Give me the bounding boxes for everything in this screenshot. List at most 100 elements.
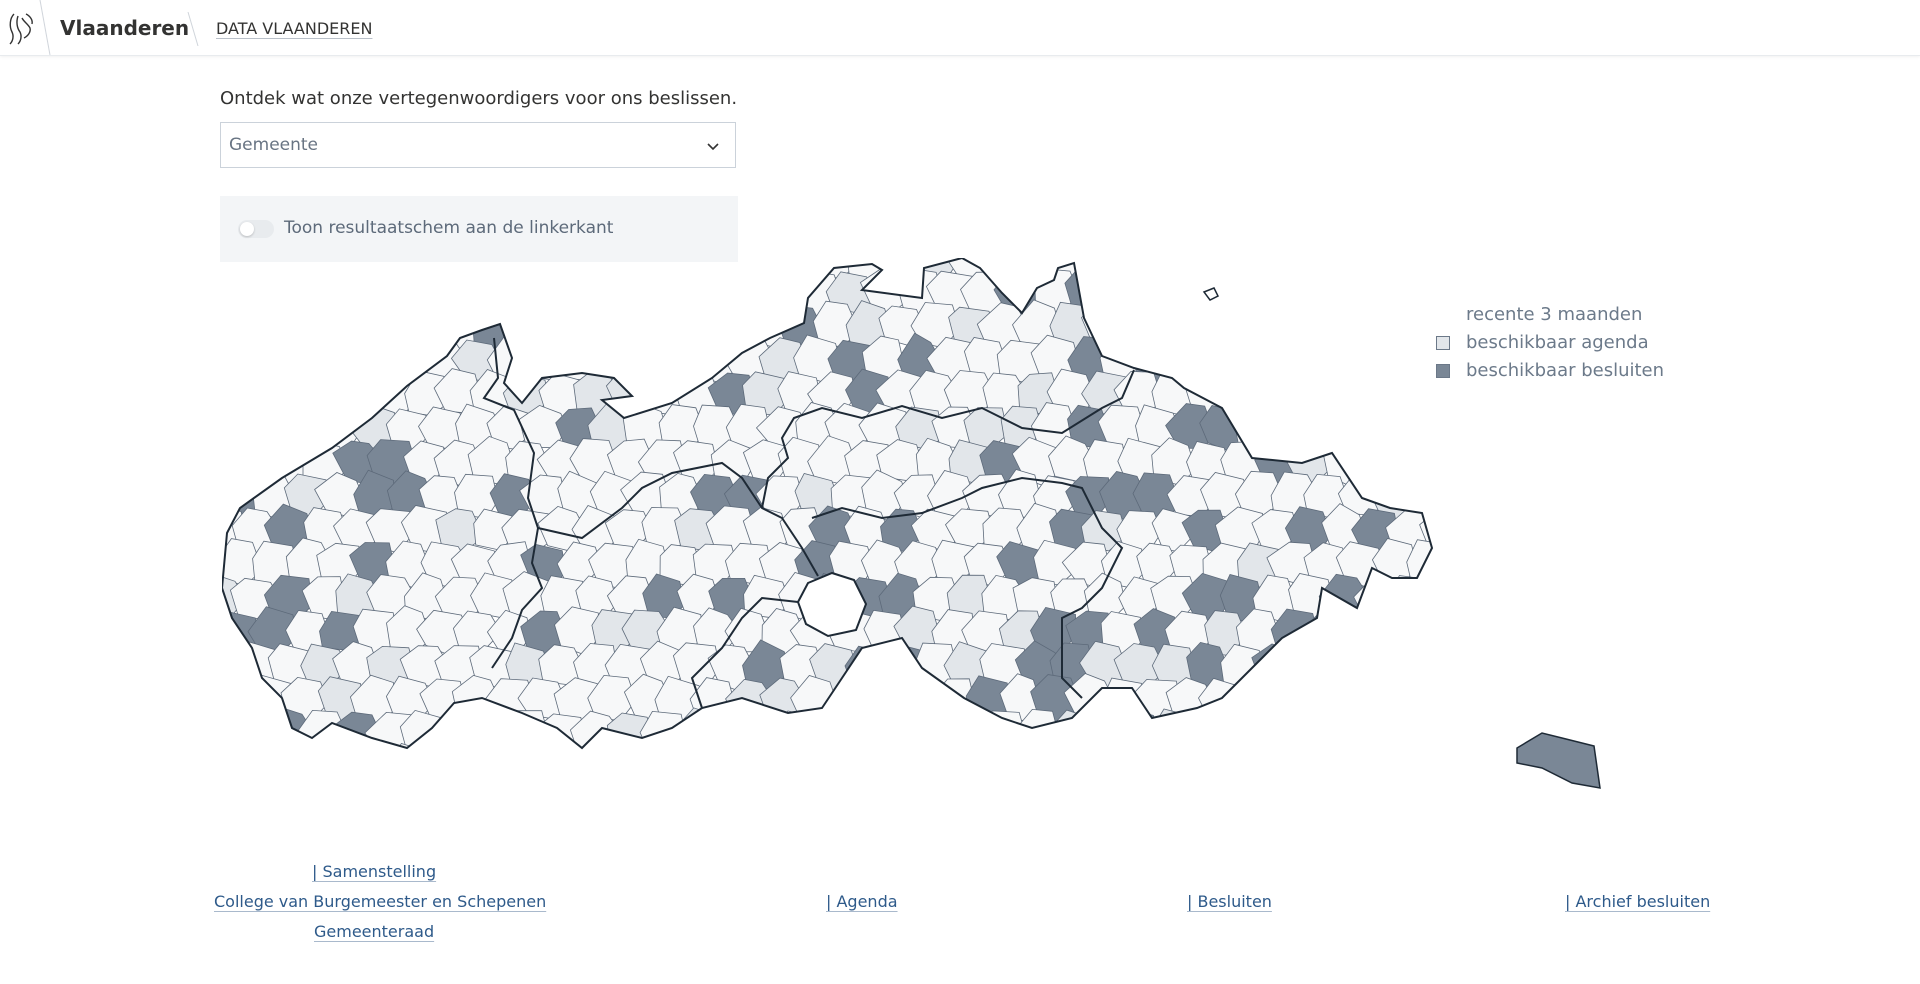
municipality-area[interactable] (519, 337, 568, 381)
municipality-area[interactable] (710, 778, 755, 818)
municipality-area[interactable] (1528, 506, 1570, 552)
municipality-area[interactable] (760, 743, 807, 791)
municipality-area[interactable] (588, 269, 635, 319)
municipality-area[interactable] (1338, 404, 1382, 452)
municipality-area[interactable] (1491, 508, 1539, 550)
municipality-area[interactable] (1489, 441, 1538, 481)
municipality-area[interactable] (1524, 573, 1572, 618)
municipality-area[interactable] (1611, 475, 1622, 521)
municipality-area[interactable] (267, 373, 316, 417)
municipality-area[interactable] (892, 745, 945, 791)
municipality-area[interactable] (707, 302, 758, 350)
municipality-area[interactable] (366, 303, 419, 349)
flanders-municipality-map[interactable] (222, 258, 1622, 818)
municipality-area[interactable] (1289, 780, 1333, 818)
municipality-area[interactable] (1134, 269, 1183, 319)
municipality-area[interactable] (552, 747, 603, 792)
municipality-area[interactable] (1456, 578, 1504, 620)
municipality-area[interactable] (1390, 301, 1439, 352)
municipality-area[interactable] (1288, 258, 1336, 280)
municipality-area[interactable] (1390, 258, 1434, 281)
municipality-area[interactable] (965, 746, 1012, 790)
municipality-area[interactable] (1321, 709, 1370, 754)
municipality-area[interactable] (556, 270, 604, 314)
municipality-area[interactable] (1268, 745, 1320, 787)
municipality-area[interactable] (506, 258, 554, 280)
municipality-area[interactable] (1252, 708, 1299, 757)
municipality-area[interactable] (1422, 439, 1468, 489)
municipality-area[interactable] (893, 679, 943, 724)
municipality-area[interactable] (1066, 744, 1114, 791)
municipality-area[interactable] (813, 781, 859, 818)
municipality-area[interactable] (1152, 301, 1201, 349)
college-link[interactable]: College van Burgemeester en Schepenen (214, 892, 546, 911)
municipality-area[interactable] (317, 335, 363, 382)
municipality-area[interactable] (333, 780, 381, 818)
municipality-area[interactable] (742, 258, 792, 282)
municipality-area[interactable] (760, 268, 810, 318)
municipality-area[interactable] (1522, 639, 1571, 688)
municipality-area[interactable] (283, 746, 330, 791)
municipality-area[interactable] (248, 338, 297, 385)
municipality-area[interactable] (1164, 743, 1215, 790)
municipality-area[interactable] (984, 781, 1027, 818)
municipality-area[interactable] (1082, 258, 1133, 284)
municipality-select[interactable]: Gemeente (220, 122, 736, 168)
municipality-area[interactable] (912, 781, 962, 818)
municipality-area[interactable] (1150, 258, 1201, 279)
municipality-area[interactable] (1608, 404, 1622, 450)
municipality-area[interactable] (1187, 711, 1233, 760)
municipality-area[interactable] (1541, 611, 1593, 654)
municipality-area[interactable] (1471, 540, 1523, 585)
municipality-area[interactable] (520, 743, 570, 791)
municipality-area[interactable] (367, 779, 418, 819)
municipality-area[interactable] (980, 258, 1031, 280)
municipality-area[interactable] (1387, 645, 1435, 689)
municipality-area[interactable] (625, 740, 674, 794)
municipality-area[interactable] (283, 404, 332, 451)
municipality-area[interactable] (1369, 402, 1421, 448)
brand-name[interactable]: Vlaanderen (60, 16, 189, 40)
municipality-area[interactable] (1321, 258, 1368, 281)
municipality-area[interactable] (539, 304, 589, 351)
municipality-area[interactable] (1525, 258, 1574, 284)
municipality-area[interactable] (1337, 272, 1388, 313)
municipality-area[interactable] (1385, 436, 1433, 485)
municipality-area[interactable] (1457, 505, 1503, 555)
municipality-area[interactable] (1198, 337, 1248, 386)
municipality-area[interactable] (489, 746, 539, 792)
municipality-area[interactable] (1562, 258, 1606, 282)
municipality-area[interactable] (1286, 299, 1337, 351)
municipality-area[interactable] (469, 776, 518, 818)
municipality-area[interactable] (1510, 402, 1558, 453)
municipality-area[interactable] (1578, 403, 1622, 450)
municipality-area[interactable] (1233, 674, 1285, 722)
municipality-area[interactable] (250, 400, 300, 451)
municipality-area[interactable] (233, 258, 281, 282)
municipality-area[interactable] (383, 270, 431, 315)
municipality-area[interactable] (1356, 372, 1404, 420)
municipality-area[interactable] (726, 265, 772, 315)
municipality-area[interactable] (722, 741, 774, 791)
municipality-area[interactable] (1304, 746, 1349, 791)
municipality-area[interactable] (1424, 711, 1468, 757)
municipality-area[interactable] (1562, 436, 1604, 485)
municipality-area[interactable] (626, 272, 674, 319)
municipality-area[interactable] (1097, 744, 1149, 788)
municipality-area[interactable] (602, 258, 654, 284)
municipality-area[interactable] (320, 268, 363, 316)
municipality-area[interactable] (467, 258, 517, 284)
municipality-area[interactable] (1406, 679, 1451, 722)
municipality-area[interactable] (658, 335, 706, 383)
municipality-area[interactable] (1488, 780, 1536, 818)
municipality-area[interactable] (1114, 301, 1166, 347)
municipality-area[interactable] (1231, 745, 1283, 791)
municipality-area[interactable] (299, 371, 348, 415)
municipality-area[interactable] (1303, 334, 1351, 383)
municipality-area[interactable] (233, 779, 279, 818)
municipality-area[interactable] (434, 783, 484, 818)
municipality-area[interactable] (436, 258, 485, 279)
municipality-area[interactable] (1578, 608, 1619, 658)
municipality-area[interactable] (777, 780, 823, 818)
baarle-hertog-enclave[interactable] (1202, 287, 1220, 301)
